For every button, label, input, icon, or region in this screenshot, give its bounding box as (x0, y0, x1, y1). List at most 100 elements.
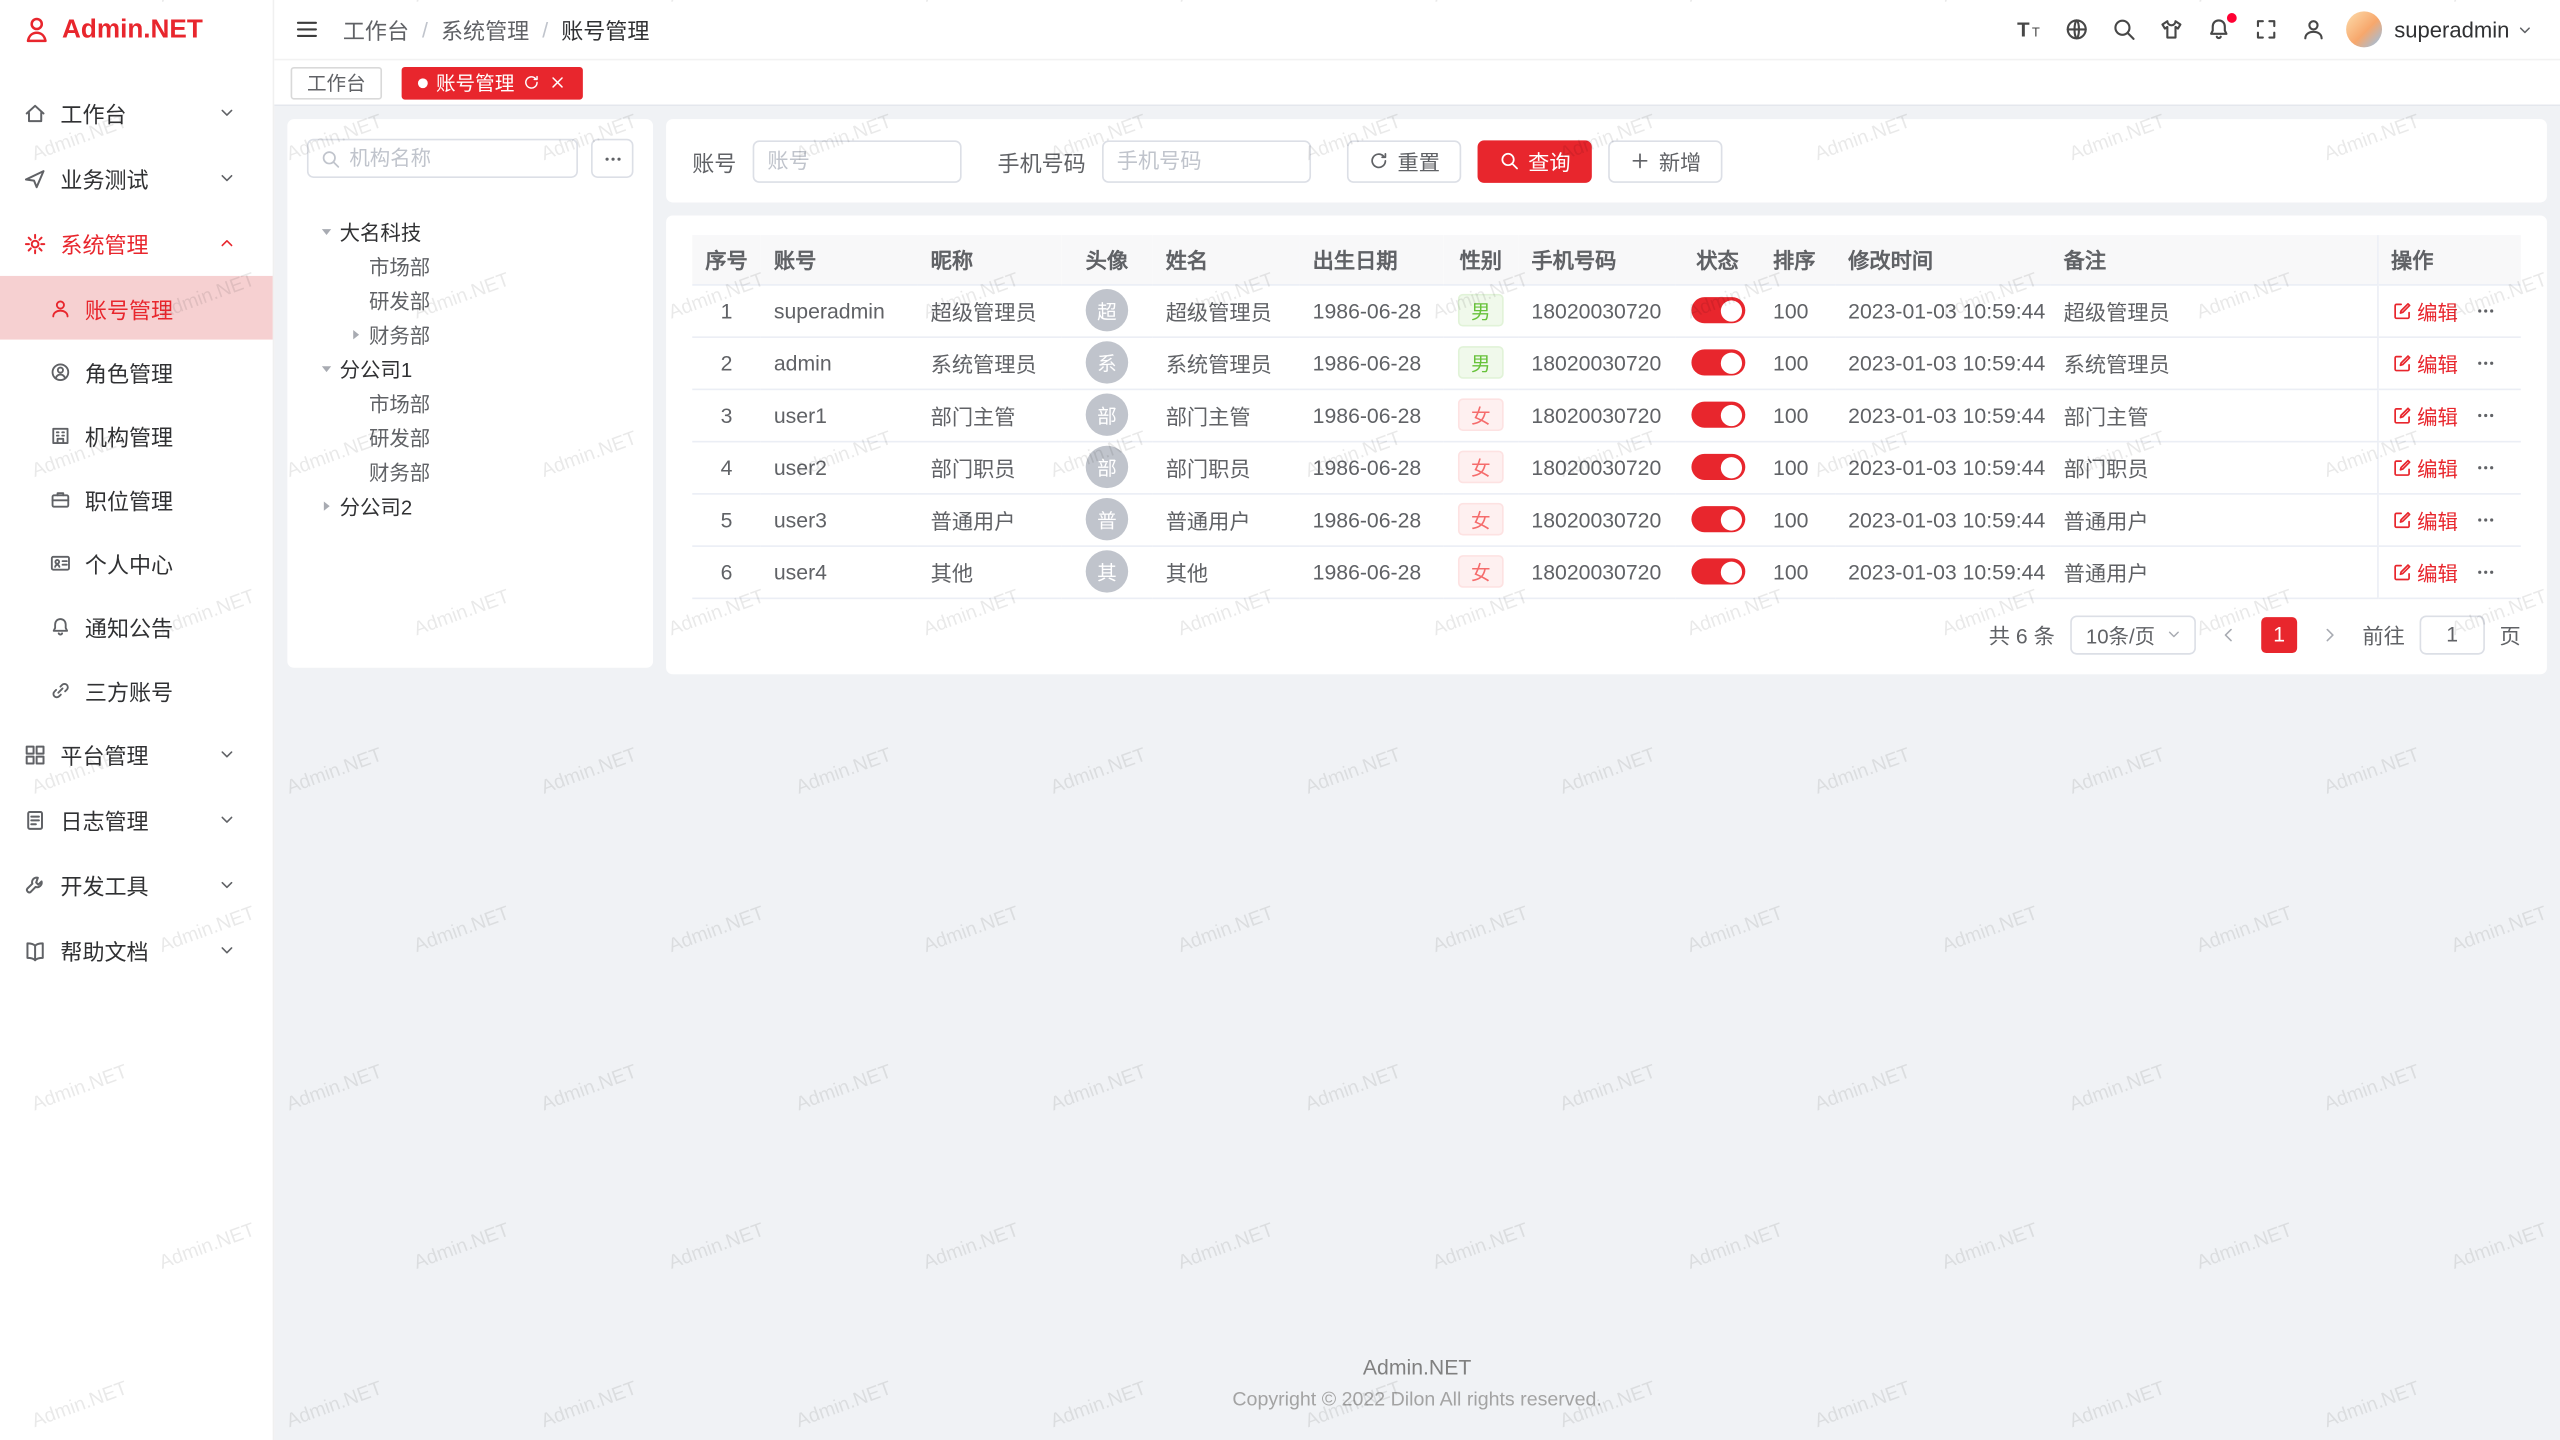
tree-node[interactable]: 市场部 (307, 385, 634, 419)
cell-remark: 超级管理员 (2051, 284, 2378, 336)
sidebar-item-notice[interactable]: 通知公告 (0, 594, 273, 658)
org-more-button[interactable] (591, 139, 633, 178)
status-toggle[interactable] (1691, 402, 1745, 428)
row-more-button[interactable] (2474, 404, 2495, 425)
prev-page-button[interactable] (2211, 616, 2247, 652)
tab-account-manage[interactable]: 账号管理 (402, 66, 583, 99)
row-more-button[interactable] (2474, 300, 2495, 321)
breadcrumb-item[interactable]: 工作台 (343, 13, 409, 46)
status-toggle[interactable] (1691, 559, 1745, 585)
tree-node-label: 研发部 (369, 421, 430, 452)
sidebar-item-dev-tools[interactable]: 开发工具 (0, 852, 273, 917)
breadcrumb-separator: / (542, 17, 548, 41)
fullscreen-icon[interactable] (2254, 16, 2280, 42)
notification-badge (2228, 13, 2238, 23)
theme-icon[interactable] (2159, 16, 2185, 42)
tree-node-label: 分公司1 (340, 353, 413, 384)
caret-right-icon[interactable] (346, 324, 366, 344)
sidebar-item-third-party-account[interactable]: 三方账号 (0, 658, 273, 722)
table-header-row: 序号账号昵称头像姓名出生日期性别手机号码状态排序修改时间备注操作 (692, 235, 2521, 284)
caret-right-icon[interactable] (317, 496, 337, 516)
sidebar-item-account-manage[interactable]: 账号管理 (0, 276, 273, 340)
next-page-button[interactable] (2312, 616, 2348, 652)
status-toggle[interactable] (1691, 454, 1745, 480)
toggle-knob (1721, 457, 1742, 478)
tree-node[interactable]: 财务部 (307, 317, 634, 351)
notification-icon[interactable] (2206, 16, 2232, 42)
org-search-field (307, 139, 578, 178)
cell-nickname: 部门职员 (918, 441, 1062, 493)
table-row: 1superadmin超级管理员超超级管理员1986-06-28男1802003… (692, 284, 2521, 336)
sidebar-item-business-test[interactable]: 业务测试 (0, 145, 273, 210)
add-button[interactable]: 新增 (1608, 140, 1722, 182)
tree-node[interactable]: 分公司2 (307, 488, 634, 522)
tree-node[interactable]: 研发部 (307, 420, 634, 454)
user-menu-chevron-icon[interactable] (2516, 20, 2534, 38)
close-icon[interactable] (549, 73, 567, 91)
language-icon[interactable] (2064, 16, 2090, 42)
edit-button[interactable]: 编辑 (2391, 556, 2458, 587)
toggle-knob (1721, 300, 1742, 321)
tab-workbench[interactable]: 工作台 (291, 66, 382, 99)
toggle-knob (1721, 509, 1742, 530)
tree-node[interactable]: 分公司1 (307, 351, 634, 385)
breadcrumb-item[interactable]: 账号管理 (561, 13, 649, 46)
row-more-button[interactable] (2474, 561, 2495, 582)
edit-button-label: 编辑 (2417, 504, 2458, 535)
sidebar-item-org-manage[interactable]: 机构管理 (0, 403, 273, 467)
app-logo[interactable]: Admin.NET (0, 0, 273, 60)
page-unit-label: 页 (2500, 619, 2521, 650)
sidebar-item-system-manage[interactable]: 系统管理 (0, 211, 273, 276)
sidebar-item-workbench[interactable]: 工作台 (0, 80, 273, 145)
goto-page-input[interactable] (2420, 615, 2485, 654)
sidebar-item-log-manage[interactable]: 日志管理 (0, 787, 273, 852)
tree-node-label: 大名科技 (340, 216, 422, 247)
edit-button[interactable]: 编辑 (2391, 504, 2458, 535)
query-button[interactable]: 查询 (1478, 140, 1592, 182)
sidebar-item-platform-manage[interactable]: 平台管理 (0, 722, 273, 787)
row-more-button[interactable] (2474, 352, 2495, 373)
status-toggle[interactable] (1691, 507, 1745, 533)
sidebar-menu: 工作台业务测试系统管理账号管理角色管理机构管理职位管理个人中心通知公告三方账号平… (0, 80, 273, 983)
user-name[interactable]: superadmin (2394, 17, 2509, 41)
cell-index: 6 (692, 545, 761, 597)
org-name-input[interactable] (349, 147, 565, 170)
tree-node[interactable]: 财务部 (307, 454, 634, 488)
cell-actions: 编辑 (2377, 284, 2521, 336)
add-button-label: 新增 (1659, 145, 1701, 176)
sidebar-item-personal-center[interactable]: 个人中心 (0, 531, 273, 595)
edit-button[interactable]: 编辑 (2391, 451, 2458, 482)
breadcrumb-item[interactable]: 系统管理 (441, 13, 529, 46)
menu-collapse-icon[interactable] (294, 16, 320, 42)
caret-down-icon[interactable] (317, 221, 337, 241)
user-avatar[interactable] (2347, 11, 2383, 47)
search-icon[interactable] (2112, 16, 2138, 42)
page-size-select[interactable]: 10条/页 (2070, 615, 2196, 654)
account-filter-input[interactable] (753, 140, 962, 182)
caret-down-icon[interactable] (317, 358, 337, 378)
status-toggle[interactable] (1691, 298, 1745, 324)
filter-bar: 账号 手机号码 重置 查询 (666, 119, 2547, 202)
page-number-button[interactable]: 1 (2261, 616, 2297, 652)
cell-avatar: 系 (1061, 336, 1152, 388)
reset-button[interactable]: 重置 (1347, 140, 1461, 182)
status-toggle[interactable] (1691, 350, 1745, 376)
edit-button[interactable]: 编辑 (2391, 347, 2458, 378)
sidebar-item-help-docs[interactable]: 帮助文档 (0, 918, 273, 983)
sidebar-item-position-manage[interactable]: 职位管理 (0, 467, 273, 531)
edit-button[interactable]: 编辑 (2391, 295, 2458, 326)
tree-node[interactable]: 研发部 (307, 282, 634, 316)
refresh-icon[interactable] (522, 73, 540, 91)
row-more-button[interactable] (2474, 456, 2495, 477)
edit-button[interactable]: 编辑 (2391, 399, 2458, 430)
phone-filter-input[interactable] (1102, 140, 1311, 182)
profile-icon[interactable] (2301, 16, 2327, 42)
tree-node[interactable]: 市场部 (307, 248, 634, 282)
cell-remark: 普通用户 (2051, 545, 2378, 597)
sidebar-item-role-manage[interactable]: 角色管理 (0, 340, 273, 404)
cell-account: user4 (761, 545, 918, 597)
tree-node[interactable]: 大名科技 (307, 214, 634, 248)
font-size-icon[interactable]: TT (2017, 16, 2043, 42)
row-more-button[interactable] (2474, 509, 2495, 530)
cell-phone: 18020030720 (1518, 284, 1675, 336)
